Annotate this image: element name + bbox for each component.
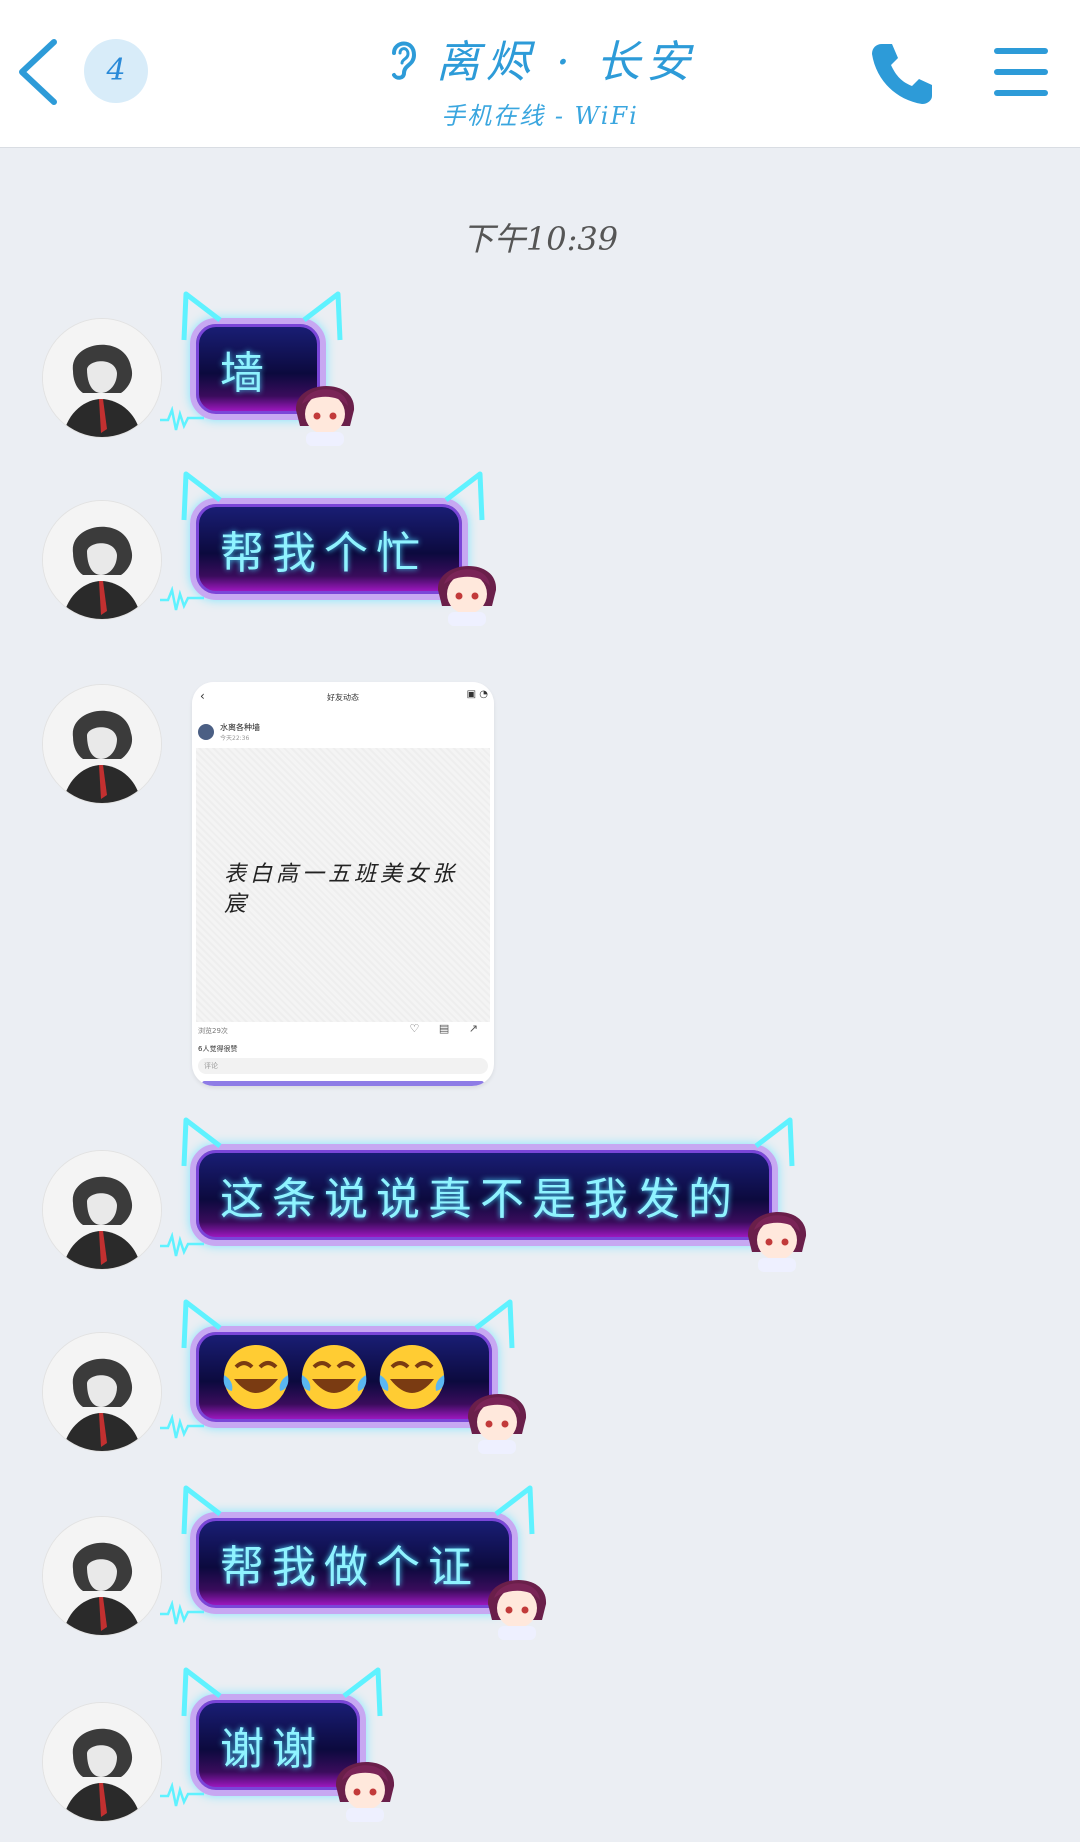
chat-bubble[interactable]: 帮我个忙	[160, 471, 497, 626]
cat-ear-icon	[754, 1117, 795, 1167]
avatar	[198, 724, 214, 740]
screenshot-post-text: 表白高一五班美女张宸	[224, 862, 459, 917]
tears-of-joy-emoji-icon	[301, 1345, 367, 1409]
ear-icon	[392, 41, 417, 80]
screenshot-bottom-bar	[202, 1081, 484, 1086]
sound-wave-icon	[160, 1782, 204, 1807]
screenshot-view-count: 浏览29次	[198, 1027, 228, 1035]
screenshot-poster: 水离各种墙 今天22:36	[198, 720, 260, 744]
chat-bubble[interactable]: 墙	[160, 291, 355, 446]
phone-icon[interactable]	[866, 38, 938, 110]
anime-girl-sticker-icon	[295, 385, 355, 446]
message-text: 这条说说真不是我发的	[220, 1174, 740, 1225]
chat-bubble[interactable]: 帮我做个证	[160, 1485, 547, 1640]
tears-of-joy-emoji-icon	[223, 1345, 289, 1409]
screenshot-poster-name: 水离各种墙	[220, 723, 260, 732]
share-icon: ▣ ◔	[466, 689, 488, 700]
cat-ear-icon	[342, 1667, 383, 1717]
message-text: 谢谢	[220, 1724, 324, 1775]
message-text: 帮我个忙	[220, 528, 428, 579]
avatar[interactable]	[42, 500, 162, 620]
tears-of-joy-emoji-icon	[379, 1345, 445, 1409]
sound-wave-icon	[160, 1600, 204, 1625]
screenshot-likes: 6人觉得很赞	[198, 1045, 238, 1053]
avatar[interactable]	[42, 1702, 162, 1822]
message-text: 帮我做个证	[220, 1542, 480, 1593]
avatar[interactable]	[42, 1516, 162, 1636]
like-comment-share-icons: ♡ ▤ ↗	[409, 1022, 486, 1035]
screenshot-post-card: 表白高一五班美女张宸	[196, 748, 490, 1022]
sound-wave-icon	[160, 586, 204, 611]
anime-girl-sticker-icon	[437, 565, 497, 626]
sound-wave-icon	[160, 1414, 204, 1439]
back-chevron-icon[interactable]	[14, 36, 64, 108]
cat-ear-icon	[444, 471, 485, 521]
sound-wave-icon	[160, 1232, 204, 1257]
anime-girl-sticker-icon	[335, 1761, 395, 1822]
screenshot-page-title: 好友动态	[327, 693, 359, 702]
anime-girl-sticker-icon	[487, 1579, 547, 1640]
chat-title-area[interactable]: 离烬 · 长安 手机在线 - WiFi	[340, 26, 740, 131]
anime-girl-sticker-icon	[747, 1211, 807, 1272]
message-emoji: 😂😂😂	[220, 1326, 466, 1428]
screenshot-poster-time: 今天22:36	[220, 735, 250, 742]
chat-bubble[interactable]: 谢谢	[160, 1667, 395, 1822]
anime-girl-sticker-icon	[467, 1393, 527, 1454]
image-message[interactable]: ‹ 好友动态 ▣ ◔ 水离各种墙 今天22:36 表白高一五班美女张宸 浏览29…	[192, 682, 494, 1086]
cat-ear-icon	[302, 291, 343, 341]
cat-ear-icon	[474, 1299, 515, 1349]
avatar[interactable]	[42, 684, 162, 804]
contact-name: 离烬 · 长安	[436, 37, 696, 88]
message-timestamp: 下午10:39	[461, 220, 619, 258]
cat-ear-icon	[494, 1485, 535, 1535]
chat-bubble[interactable]: 😂😂😂	[160, 1299, 527, 1454]
unread-count-badge[interactable]: 4	[84, 39, 148, 103]
sound-wave-icon	[160, 406, 204, 431]
avatar[interactable]	[42, 1332, 162, 1452]
avatar[interactable]	[42, 318, 162, 438]
hamburger-menu-icon[interactable]	[992, 44, 1050, 100]
chat-header: 4 离烬 · 长安 手机在线 - WiFi	[0, 0, 1080, 148]
message-text: 墙	[220, 348, 272, 399]
online-status: 手机在线 - WiFi	[441, 102, 639, 130]
screenshot-comment-box: 评论	[198, 1058, 488, 1074]
chat-bubble[interactable]: 这条说说真不是我发的	[160, 1117, 807, 1272]
avatar[interactable]	[42, 1150, 162, 1270]
